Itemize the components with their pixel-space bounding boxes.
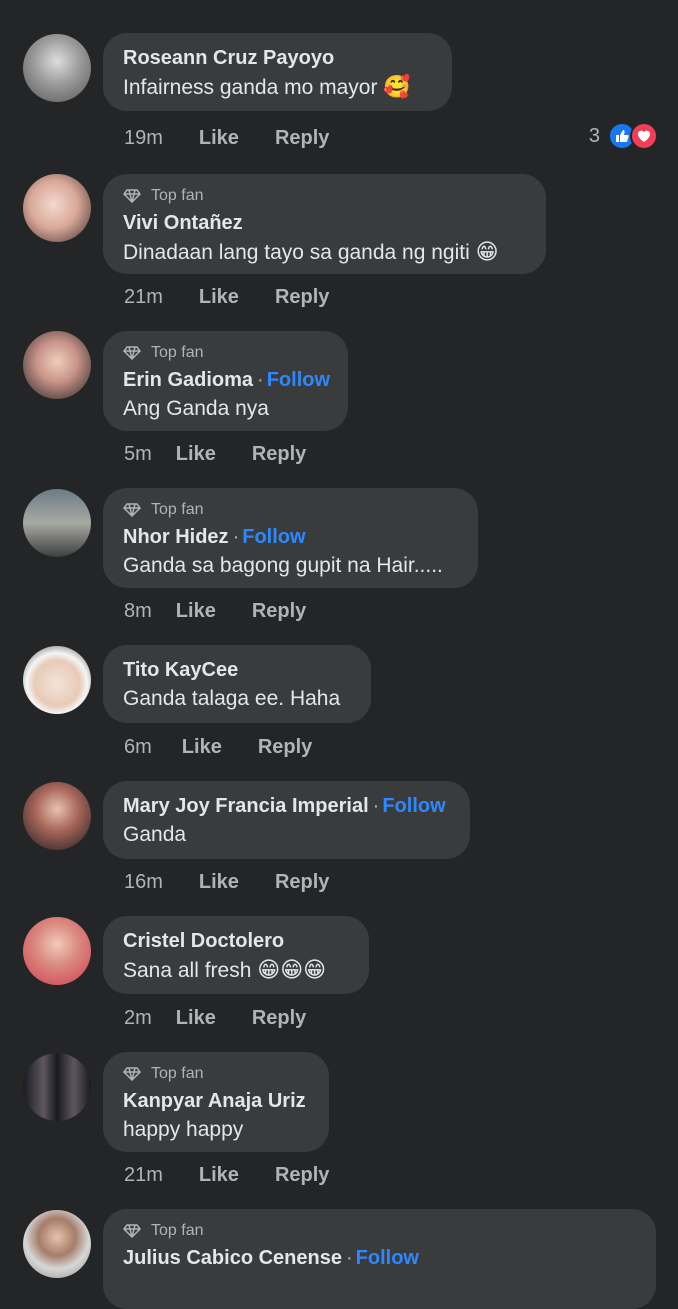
comment-bubble[interactable]: Top fan Kanpyar Anaja Uriz happy happy [103, 1052, 329, 1152]
comment-text: Infairness ganda mo mayor [123, 76, 378, 99]
commenter-name[interactable]: Tito KayCee [123, 659, 238, 681]
grin-emoji: 😁 [475, 239, 499, 264]
like-button[interactable]: Like [199, 871, 239, 894]
comment-bubble[interactable]: Mary Joy Francia Imperial · Follow Ganda [103, 781, 470, 859]
commenter-name[interactable]: Erin Gadioma [123, 369, 253, 391]
top-fan-badge: Top fan [123, 1221, 636, 1241]
like-button[interactable]: Like [199, 1164, 239, 1187]
reply-button[interactable]: Reply [275, 127, 329, 150]
follow-button[interactable]: Follow [242, 526, 305, 548]
grin-emoji: 😁😁😁 [257, 957, 327, 982]
comment-time: 21m [124, 1163, 163, 1186]
comment-bubble[interactable]: Tito KayCee Ganda talaga ee. Haha [103, 645, 371, 723]
comment-bubble[interactable]: Top fan Vivi Ontañez Dinadaan lang tayo … [103, 174, 546, 274]
reply-button[interactable]: Reply [252, 1007, 306, 1030]
comment-bubble[interactable]: Roseann Cruz Payoyo Infairness ganda mo … [103, 33, 452, 111]
diamond-icon [123, 503, 141, 517]
comment-actions: 5m Like Reply [124, 439, 306, 469]
comment-text: Ang Ganda nya [123, 397, 269, 420]
commenter-name[interactable]: Nhor Hidez [123, 526, 229, 548]
comment-text: Sana all fresh [123, 959, 252, 982]
commenter-name[interactable]: Mary Joy Francia Imperial [123, 795, 369, 817]
comment-actions: 8m Like Reply [124, 596, 306, 626]
commenter-name[interactable]: Vivi Ontañez [123, 212, 243, 234]
comment-bubble[interactable]: Top fan Erin Gadioma · Follow Ang Ganda ny… [103, 331, 348, 431]
reply-button[interactable]: Reply [252, 600, 306, 623]
avatar[interactable] [23, 34, 91, 102]
like-button[interactable]: Like [176, 1007, 216, 1030]
top-fan-badge: Top fan [123, 186, 526, 206]
like-button[interactable]: Like [176, 443, 216, 466]
like-button[interactable]: Like [199, 127, 239, 150]
avatar[interactable] [23, 917, 91, 985]
reply-button[interactable]: Reply [275, 286, 329, 309]
comment-text: Ganda sa bagong gupit na Hair..... [123, 554, 443, 577]
comment-text: happy happy [123, 1118, 244, 1141]
top-fan-badge: Top fan [123, 343, 328, 363]
avatar[interactable] [23, 331, 91, 399]
comment-actions: 16m Like Reply [124, 867, 329, 897]
reactions-summary[interactable]: 3 [589, 122, 658, 150]
comment-time: 21m [124, 285, 163, 308]
commenter-name[interactable]: Roseann Cruz Payoyo [123, 47, 334, 69]
follow-button[interactable]: Follow [382, 795, 445, 817]
commenter-name[interactable]: Kanpyar Anaja Uriz [123, 1090, 306, 1112]
reply-button[interactable]: Reply [275, 871, 329, 894]
reactions-count: 3 [588, 124, 600, 147]
comment-actions: 19m Like Reply [124, 123, 329, 153]
diamond-icon [123, 1067, 141, 1081]
comment-time: 16m [124, 870, 163, 893]
commenter-name[interactable]: Julius Cabico Cenense [123, 1247, 342, 1269]
comment-bubble[interactable]: Top fan Julius Cabico Cenense · Follow [103, 1209, 656, 1309]
comment-time: 19m [124, 126, 163, 149]
reply-button[interactable]: Reply [252, 443, 306, 466]
like-button[interactable]: Like [176, 600, 216, 623]
comment-time: 2m [124, 1006, 152, 1029]
top-fan-badge: Top fan [123, 500, 458, 520]
commenter-name[interactable]: Cristel Doctolero [123, 930, 284, 952]
reply-button[interactable]: Reply [275, 1164, 329, 1187]
love-reaction-icon [630, 122, 658, 150]
follow-button[interactable]: Follow [356, 1247, 419, 1269]
reply-button[interactable]: Reply [258, 736, 312, 759]
like-button[interactable]: Like [182, 736, 222, 759]
avatar[interactable] [23, 782, 91, 850]
avatar[interactable] [23, 174, 91, 242]
top-fan-badge: Top fan [123, 1064, 309, 1084]
comment-actions: 21m Like Reply [124, 282, 329, 312]
diamond-icon [123, 189, 141, 203]
diamond-icon [123, 346, 141, 360]
diamond-icon [123, 1224, 141, 1238]
comment-actions: 21m Like Reply [124, 1160, 329, 1190]
comment-actions: 2m Like Reply [124, 1003, 306, 1033]
avatar[interactable] [23, 1210, 91, 1278]
comment-actions: 6m Like Reply [124, 732, 312, 762]
avatar[interactable] [23, 646, 91, 714]
comment-time: 8m [124, 599, 152, 622]
smiling-hearts-emoji: 🥰 [383, 74, 411, 99]
like-button[interactable]: Like [199, 286, 239, 309]
comment-text: Ganda talaga ee. Haha [123, 687, 341, 710]
avatar[interactable] [23, 1053, 91, 1121]
comment-time: 5m [124, 442, 152, 465]
follow-button[interactable]: Follow [267, 369, 330, 391]
comment-time: 6m [124, 735, 152, 758]
comment-bubble[interactable]: Cristel Doctolero Sana all fresh 😁😁😁 [103, 916, 369, 994]
comment-text: Ganda [123, 823, 187, 846]
comment-text: Dinadaan lang tayo sa ganda ng ngiti [123, 241, 470, 264]
comment-bubble[interactable]: Top fan Nhor Hidez · Follow Ganda sa bagon… [103, 488, 478, 588]
avatar[interactable] [23, 489, 91, 557]
